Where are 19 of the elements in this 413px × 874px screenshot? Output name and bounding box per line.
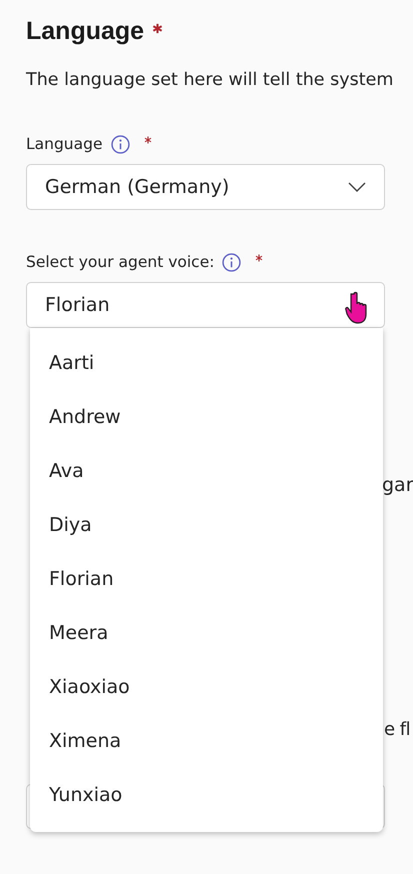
dropdown-option[interactable]: Andrew [30,390,383,444]
pointer-cursor-icon [345,291,369,326]
field-label: Language [26,134,102,154]
description-text: The language set here will tell the system [26,69,394,92]
dropdown-option[interactable]: Ximena [30,714,383,768]
dropdown-field[interactable]: Florian [26,282,385,328]
info-icon[interactable] [110,134,130,154]
dropdown-option[interactable]: Ava [30,444,383,498]
dropdown-option[interactable]: Aarti [30,336,383,390]
dropdown-option[interactable]: Florian [30,552,383,606]
covered-text: e fl [384,719,410,740]
dropdown-field[interactable]: German (Germany) [26,164,385,210]
dropdown-option[interactable]: Xiaoxiao [30,660,383,714]
dropdown-option[interactable]: Diya [30,498,383,552]
section-heading: Language [26,16,144,47]
info-icon[interactable] [222,252,242,272]
dropdown-option[interactable]: Meera [30,606,383,660]
field-label: Select your agent voice: [26,252,214,272]
dropdown-option[interactable]: Yunxiao [30,768,383,822]
